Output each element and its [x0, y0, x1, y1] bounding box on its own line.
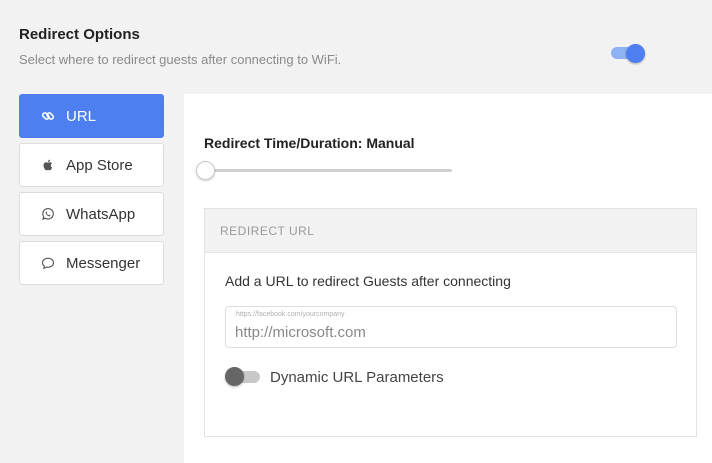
- toggle-knob[interactable]: [225, 367, 244, 386]
- page-header: Redirect Options Select where to redirec…: [19, 26, 341, 67]
- redirect-enable-toggle[interactable]: [611, 44, 645, 63]
- redirect-url-card: REDIRECT URL Add a URL to redirect Guest…: [204, 208, 697, 437]
- slider-thumb[interactable]: [196, 161, 215, 180]
- tab-whatsapp-label: WhatsApp: [66, 205, 136, 223]
- tab-messenger[interactable]: Messenger: [19, 241, 164, 285]
- tab-app-store-label: App Store: [66, 156, 133, 174]
- redirect-type-tabs: URL App Store WhatsApp Messenger: [19, 94, 164, 290]
- tab-whatsapp[interactable]: WhatsApp: [19, 192, 164, 236]
- dynamic-url-params-label: Dynamic URL Parameters: [270, 368, 444, 386]
- tab-app-store[interactable]: App Store: [19, 143, 164, 187]
- redirect-url-input[interactable]: [235, 324, 665, 341]
- url-settings-panel: Redirect Time/Duration: Manual REDIRECT …: [184, 94, 712, 463]
- redirect-duration-label: Redirect Time/Duration: Manual: [204, 135, 415, 151]
- whatsapp-icon: [40, 206, 56, 222]
- dynamic-url-params-row: Dynamic URL Parameters: [225, 367, 444, 387]
- tab-messenger-label: Messenger: [66, 254, 141, 272]
- slider-rail: [204, 169, 452, 172]
- page-subtitle: Select where to redirect guests after co…: [19, 52, 342, 67]
- page-title: Redirect Options: [19, 26, 140, 43]
- redirect-url-placeholder: https://facebook.com/yourcompany: [236, 311, 345, 318]
- redirect-url-instruction: Add a URL to redirect Guests after conne…: [225, 273, 511, 289]
- messenger-icon: [40, 255, 56, 271]
- tab-url-label: URL: [66, 107, 97, 125]
- dynamic-url-params-toggle[interactable]: [225, 367, 261, 387]
- redirect-duration-slider[interactable]: [196, 161, 452, 181]
- toggle-knob[interactable]: [626, 44, 645, 63]
- link-icon: [40, 108, 56, 124]
- tab-url[interactable]: URL: [19, 94, 164, 138]
- redirect-url-field[interactable]: https://facebook.com/yourcompany: [225, 306, 677, 348]
- redirect-url-heading: REDIRECT URL: [205, 209, 696, 253]
- apple-icon: [40, 157, 56, 173]
